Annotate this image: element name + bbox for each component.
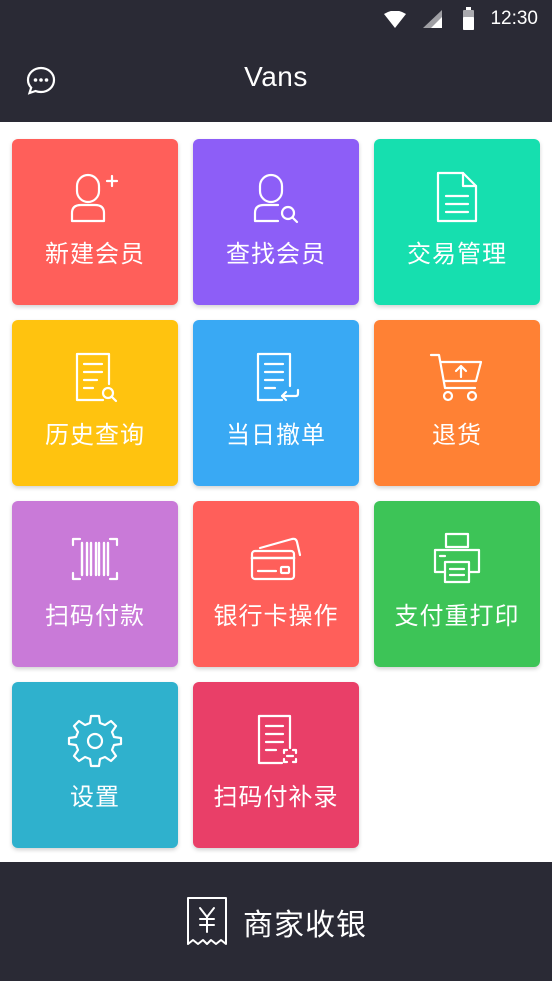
tile-label: 退货 — [432, 421, 482, 449]
tile-settings[interactable]: 设置 — [12, 682, 178, 848]
history-search-icon — [12, 350, 178, 406]
tile-label: 银行卡操作 — [213, 602, 339, 630]
tile-label: 扫码付补录 — [213, 783, 339, 811]
cancel-order-icon — [193, 350, 359, 406]
cart-return-icon — [374, 350, 540, 406]
tile-label: 查找会员 — [226, 240, 326, 268]
tile-label: 当日撤单 — [226, 421, 326, 449]
tile-label: 支付重打印 — [394, 602, 520, 630]
tile-label: 历史查询 — [45, 421, 145, 449]
tile-label: 扫码付款 — [45, 602, 145, 630]
page-title: Vans — [244, 61, 308, 92]
footer-bar: 商家收银 — [0, 862, 552, 981]
tile-label: 设置 — [70, 783, 120, 811]
tile-payment-reprint[interactable]: 支付重打印 — [374, 501, 540, 667]
tile-history-query[interactable]: 历史查询 — [12, 320, 178, 486]
status-time: 12:30 — [490, 8, 538, 29]
tile-find-member[interactable]: 查找会员 — [193, 139, 359, 305]
printer-icon — [374, 531, 540, 587]
app-header: Vans — [0, 40, 552, 122]
gear-icon — [12, 712, 178, 768]
tile-bank-card-operation[interactable]: 银行卡操作 — [193, 501, 359, 667]
tile-label: 新建会员 — [45, 240, 145, 268]
battery-icon — [463, 7, 474, 30]
signal-icon — [423, 10, 442, 28]
document-icon — [374, 169, 540, 225]
search-user-icon — [193, 169, 359, 225]
tile-scan-pay-supplement[interactable]: 扫码付补录 — [193, 682, 359, 848]
add-user-icon — [12, 169, 178, 225]
wifi-icon — [384, 11, 406, 28]
tile-transaction-management[interactable]: 交易管理 — [374, 139, 540, 305]
bank-card-icon — [193, 531, 359, 587]
tile-scan-pay[interactable]: 扫码付款 — [12, 501, 178, 667]
receipt-yuan-icon — [187, 896, 227, 945]
scan-record-icon — [193, 712, 359, 768]
barcode-scan-icon — [12, 531, 178, 587]
tile-same-day-cancel[interactable]: 当日撤单 — [193, 320, 359, 486]
tile-return-goods[interactable]: 退货 — [374, 320, 540, 486]
brand-label: 商家收银 — [243, 907, 367, 943]
status-bar: 12:30 — [0, 0, 552, 40]
function-grid: 新建会员 查找会员 交易管理 历史查询 当日撤单 退货 扫码付款 银行卡操作 支… — [0, 122, 552, 862]
tile-label: 交易管理 — [407, 240, 507, 268]
tile-new-member[interactable]: 新建会员 — [12, 139, 178, 305]
